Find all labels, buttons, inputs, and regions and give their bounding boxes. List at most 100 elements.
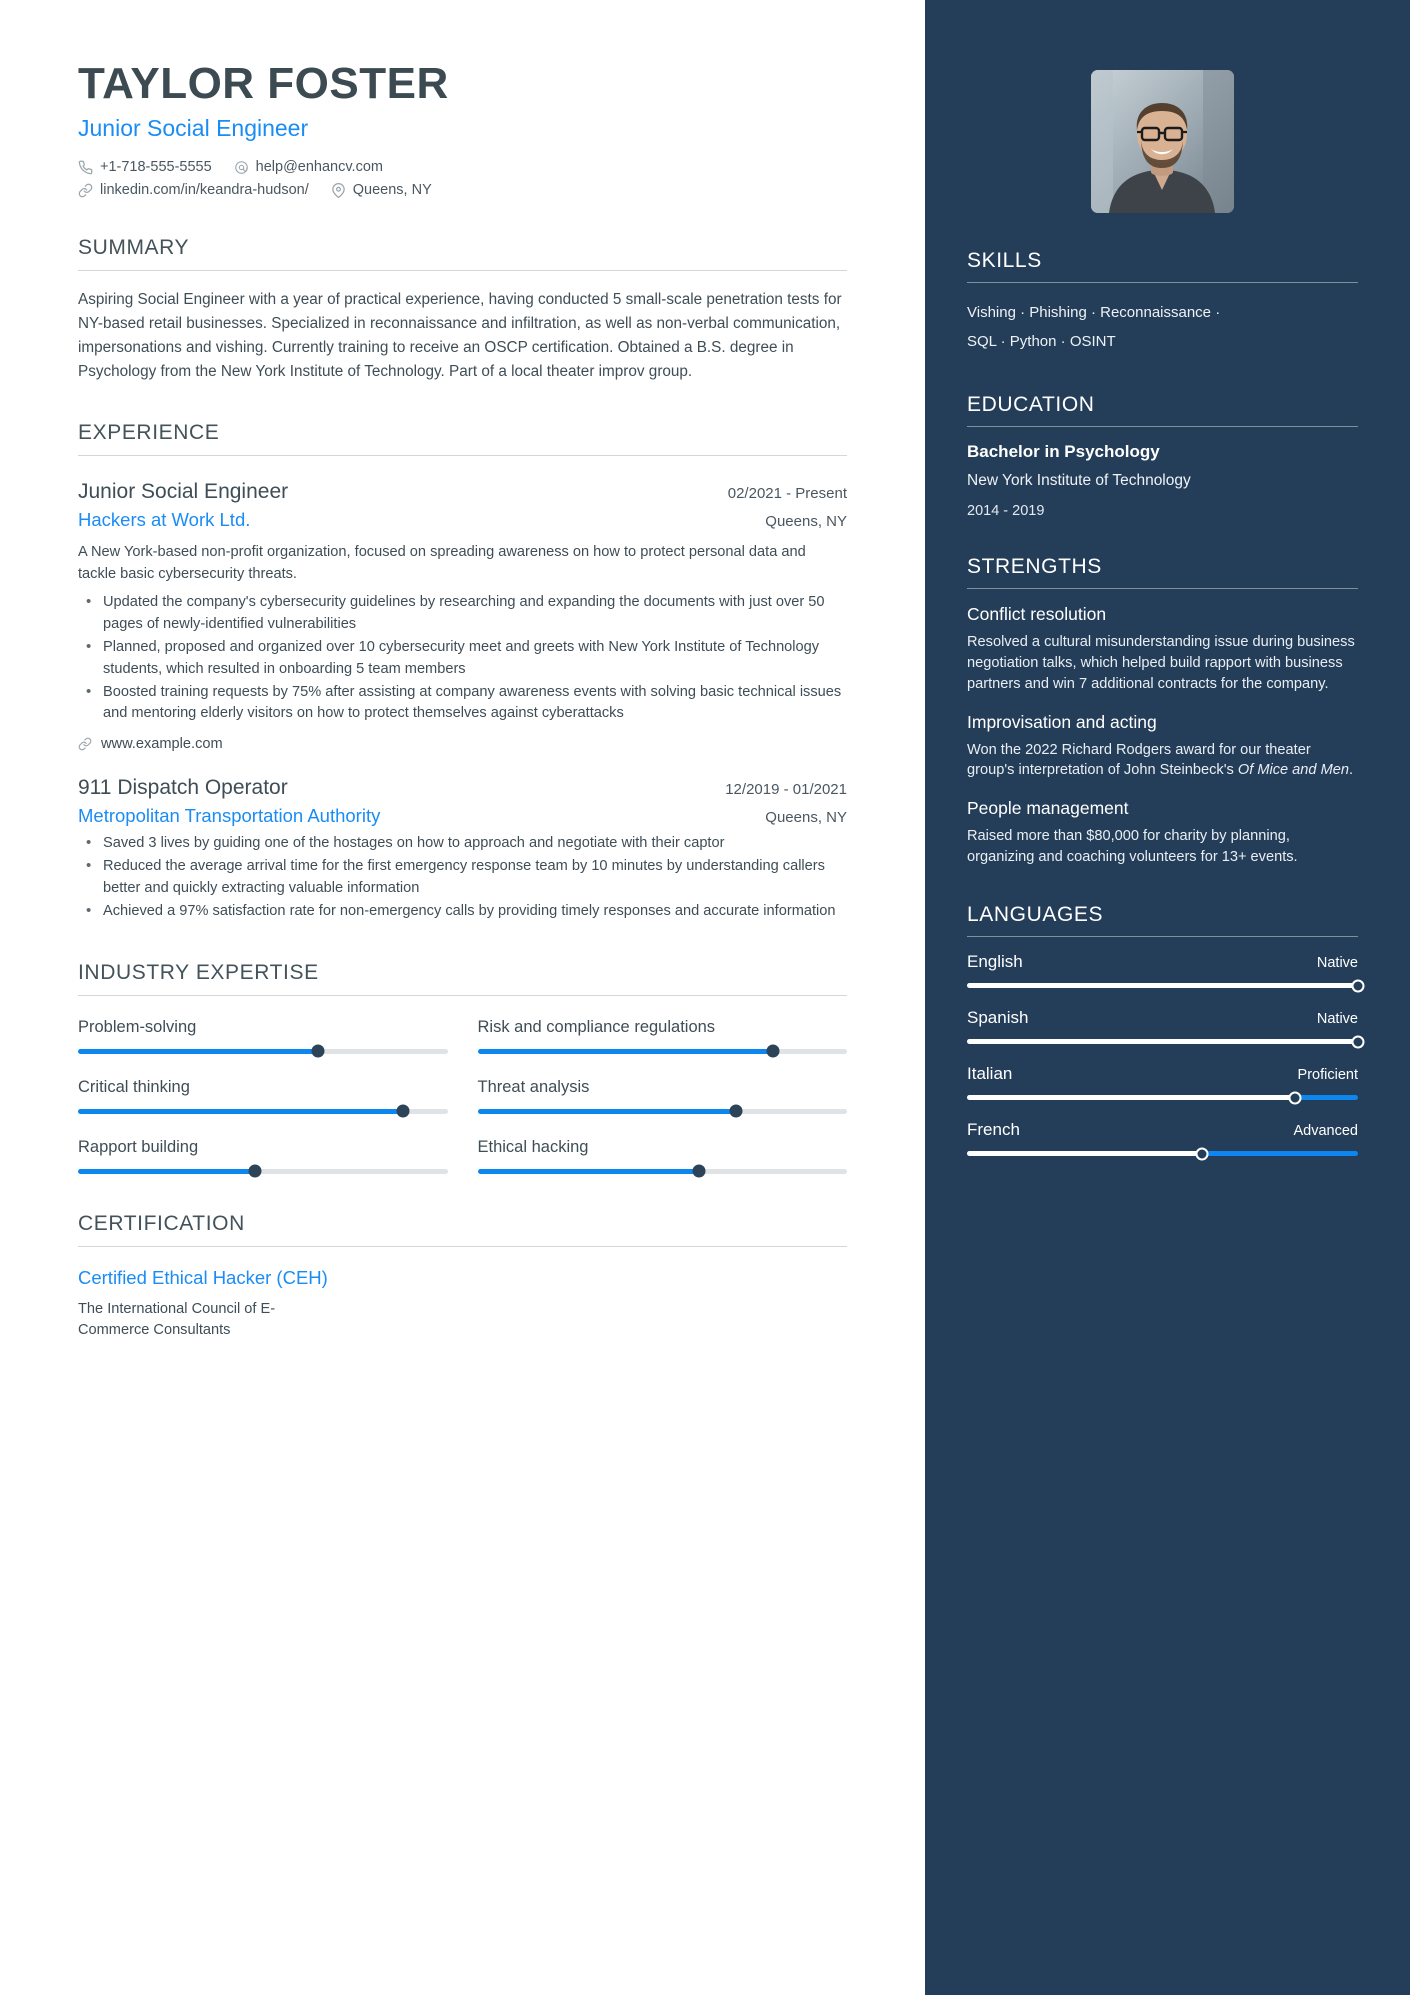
skills-line: SQL · Python · OSINT <box>967 333 1116 351</box>
language-slider[interactable] <box>967 1091 1358 1105</box>
contact-location-text: Queens, NY <box>352 182 432 199</box>
language-name: French <box>967 1120 1020 1140</box>
expertise-slider-knob[interactable] <box>311 1044 325 1058</box>
expertise-slider-knob[interactable] <box>396 1104 410 1118</box>
experience-bullet: Planned, proposed and organized over 10 … <box>78 636 847 681</box>
expertise-slider[interactable] <box>477 1164 847 1178</box>
expertise-slider-fill <box>477 1048 774 1054</box>
language-slider-knob[interactable] <box>1195 1147 1209 1161</box>
expertise-slider[interactable] <box>78 1104 448 1118</box>
experience-description: A New York-based non-profit organization… <box>78 544 806 583</box>
experience-date: 02/2021 - Present <box>727 485 847 503</box>
education-degree: Bachelor in Psychology <box>967 441 1160 461</box>
contact-email[interactable]: help@enhancv.com <box>234 159 383 175</box>
language-name: Italian <box>967 1064 1013 1084</box>
skills-section: SKILLS Vishing · Phishing · Reconnaissan… <box>967 249 1358 357</box>
education-title: EDUCATION <box>967 392 1095 416</box>
strength-description: Won the 2022 Richard Rodgers award for o… <box>967 741 1354 779</box>
contact-linkedin-text: linkedin.com/in/keandra-hudson/ <box>100 182 309 199</box>
strength-item: People management Raised more than $80,00… <box>967 798 1358 867</box>
language-level: Proficient <box>1297 1067 1358 1084</box>
language-slider[interactable] <box>967 1035 1365 1049</box>
language-slider[interactable] <box>967 979 1365 993</box>
experience-subheader-row: Hackers at Work Ltd. Queens, NY <box>78 509 847 531</box>
experience-bullet: Reduced the average arrival time for the… <box>78 855 847 900</box>
strength-item: Conflict resolution Resolved a cultural m… <box>967 604 1358 694</box>
language-name: Spanish <box>967 1008 1029 1028</box>
experience-bullet: Updated the company's cybersecurity guid… <box>78 591 847 636</box>
language-slider-fill <box>967 1095 1296 1101</box>
certification-section: CERTIFICATION Certified Ethical Hacker (… <box>78 1212 847 1341</box>
experience-company[interactable]: Hackers at Work Ltd. <box>78 509 250 531</box>
divider <box>967 588 1358 590</box>
expertise-slider-knob[interactable] <box>692 1164 706 1178</box>
strengths-title: STRENGTHS <box>967 555 1102 579</box>
location-icon <box>331 182 346 198</box>
strength-name: Improvisation and acting <box>967 711 1157 732</box>
experience-bullet: Achieved a 97% satisfaction rate for non… <box>78 900 847 923</box>
expertise-slider-knob[interactable] <box>248 1164 262 1178</box>
expertise-slider-fill <box>477 1168 700 1174</box>
strength-description-italic: Of Mice and Men <box>1237 762 1349 779</box>
avatar <box>1091 70 1234 213</box>
expertise-slider[interactable] <box>477 1104 847 1118</box>
language-slider-knob[interactable] <box>1351 979 1365 993</box>
certification-organization: The International Council of E-Commerce … <box>78 1300 276 1339</box>
experience-link[interactable]: www.example.com <box>78 736 847 752</box>
contact-phone-text: +1-718-555-5555 <box>100 159 212 176</box>
language-item: French Advanced <box>967 1120 1358 1161</box>
contact-phone[interactable]: +1-718-555-5555 <box>78 159 212 175</box>
summary-section: SUMMARY Aspiring Social Engineer with a … <box>78 236 847 383</box>
certification-section-title: CERTIFICATION <box>78 1211 245 1235</box>
language-slider[interactable] <box>967 1147 1358 1161</box>
expertise-slider-knob[interactable] <box>729 1104 743 1118</box>
strength-description: Resolved a cultural misunderstanding iss… <box>967 634 1355 692</box>
experience-bullets: Updated the company's cybersecurity guid… <box>78 591 847 726</box>
expertise-slider-knob[interactable] <box>766 1044 780 1058</box>
expertise-item: Critical thinking <box>78 1078 448 1118</box>
profile-photo <box>1091 70 1234 213</box>
contact-location: Queens, NY <box>331 182 432 198</box>
divider <box>967 282 1358 283</box>
language-level: Native <box>1316 1011 1358 1028</box>
education-section: EDUCATION Bachelor in Psychology New Yor… <box>967 392 1358 519</box>
expertise-slider-fill <box>477 1108 737 1114</box>
languages-section: LANGUAGES English Native Spanish Native Ital… <box>967 903 1365 1161</box>
expertise-item: Rapport building <box>78 1138 448 1178</box>
expertise-label: Risk and compliance regulations <box>477 1017 716 1036</box>
divider <box>967 425 1358 427</box>
expertise-slider[interactable] <box>477 1044 847 1058</box>
expertise-item: Risk and compliance regulations <box>477 1017 847 1058</box>
summary-section-title: SUMMARY <box>78 236 190 260</box>
contact-linkedin[interactable]: linkedin.com/in/keandra-hudson/ <box>78 182 309 198</box>
experience-company[interactable]: Metropolitan Transportation Authority <box>78 805 380 827</box>
experience-bullet: Boosted training requests by 75% after a… <box>78 681 847 726</box>
certification-name[interactable]: Certified Ethical Hacker (CEH) <box>78 1267 847 1289</box>
language-item: Italian Proficient <box>967 1064 1358 1105</box>
expertise-slider-fill <box>78 1048 319 1054</box>
expertise-item: Threat analysis <box>477 1078 847 1118</box>
industry-expertise-title: INDUSTRY EXPERTISE <box>78 960 319 984</box>
expertise-slider[interactable] <box>78 1164 448 1178</box>
experience-section: EXPERIENCE Junior Social Engineer 02/2021… <box>78 421 847 923</box>
strength-name: Conflict resolution <box>967 604 1107 625</box>
expertise-slider[interactable] <box>78 1044 448 1058</box>
language-item: Spanish Native <box>967 1008 1365 1049</box>
strengths-section: STRENGTHS Conflict resolution Resolved a … <box>967 555 1358 867</box>
experience-date: 12/2019 - 01/2021 <box>725 781 847 799</box>
language-slider-knob[interactable] <box>1351 1035 1365 1049</box>
page-title: TAYLOR FOSTER <box>78 59 449 108</box>
contact-info: +1-718-555-5555 help@enhancv.com linkedi… <box>78 159 847 198</box>
contact-email-text: help@enhancv.com <box>255 159 383 176</box>
strength-name: People management <box>967 798 1129 819</box>
phone-icon <box>78 160 93 175</box>
divider <box>967 936 1358 938</box>
languages-title: LANGUAGES <box>967 903 1104 927</box>
language-slider-knob[interactable] <box>1288 1091 1302 1105</box>
skills-list: Vishing · Phishing · Reconnaissance · SQL… <box>967 298 1358 357</box>
experience-section-title: EXPERIENCE <box>78 421 220 445</box>
language-item: English Native <box>967 952 1365 993</box>
header-job-title: Junior Social Engineer <box>78 115 309 142</box>
experience-link-text: www.example.com <box>101 736 223 753</box>
divider <box>78 994 847 996</box>
